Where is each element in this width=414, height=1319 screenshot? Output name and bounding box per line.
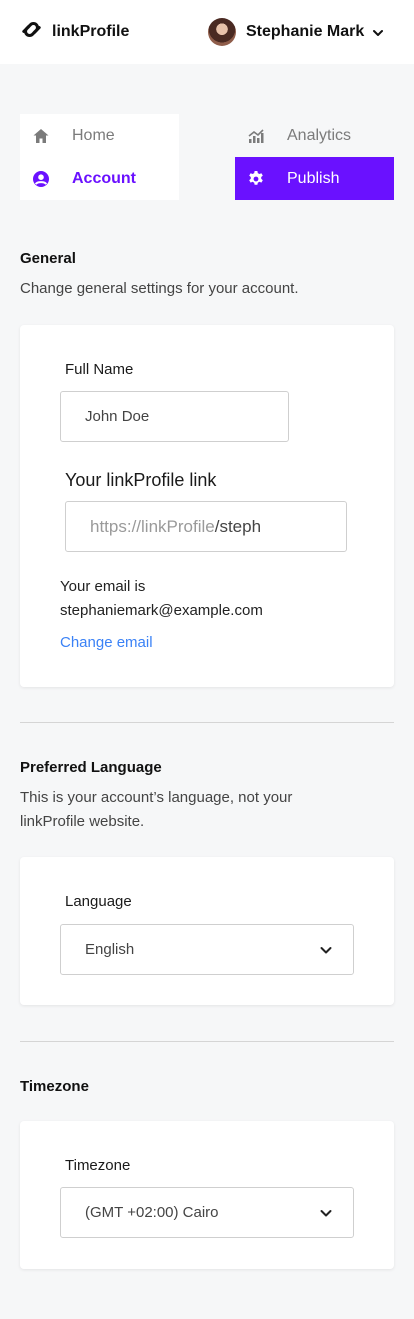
home-icon (32, 127, 50, 145)
language-select[interactable]: English (60, 924, 354, 975)
nav-label-publish: Publish (287, 169, 340, 187)
nav-item-publish[interactable]: Publish (235, 157, 394, 200)
timezone-label: Timezone (65, 1157, 131, 1174)
user-name: Stephanie Mark (246, 23, 365, 40)
timezone-selected: (GMT +02:00) Cairo (85, 1204, 219, 1221)
link-input[interactable]: https://linkProfile/steph (65, 501, 347, 552)
nav-label-account: Account (72, 169, 136, 187)
full-name-input[interactable]: John Doe (60, 391, 289, 442)
chart-icon (247, 127, 265, 145)
nav-label-analytics: Analytics (287, 126, 352, 144)
link-label: Your linkProfile link (65, 470, 217, 490)
full-name-label: Full Name (65, 361, 134, 378)
language-title: Preferred Language (20, 759, 162, 776)
nav-item-account[interactable]: Account (20, 157, 179, 200)
main-nav: Home Analytics Account Publish (20, 114, 394, 200)
general-title: General (20, 250, 76, 267)
chevron-down-icon (319, 943, 333, 957)
linkprofile-logo-icon (20, 18, 43, 46)
nav-item-home[interactable]: Home (20, 114, 179, 157)
link-prefix: https://linkProfile (90, 516, 215, 536)
chevron-down-icon (319, 1206, 333, 1220)
chevron-down-icon (372, 26, 384, 38)
top-bar: linkProfile Stephanie Mark (0, 0, 414, 64)
language-card: Language English (20, 857, 394, 1005)
divider (20, 1041, 394, 1042)
nav-item-analytics[interactable]: Analytics (235, 114, 394, 157)
full-name-value: John Doe (85, 408, 150, 425)
divider (20, 722, 394, 723)
email-intro: Your email is (60, 578, 146, 595)
timezone-card: Timezone (GMT +02:00) Cairo (20, 1121, 394, 1269)
change-email-link[interactable]: Change email (60, 634, 153, 651)
timezone-title: Timezone (20, 1078, 89, 1095)
brand[interactable]: linkProfile (20, 20, 129, 44)
language-selected: English (85, 941, 135, 958)
language-description: This is your account’s language, not you… (20, 789, 293, 830)
timezone-select[interactable]: (GMT +02:00) Cairo (60, 1187, 354, 1238)
gear-icon (247, 170, 265, 188)
avatar (208, 18, 236, 46)
link-suffix: /steph (214, 516, 262, 536)
user-menu[interactable]: Stephanie Mark (208, 18, 384, 46)
general-description: Change general settings for your account… (20, 280, 299, 297)
user-circle-icon (32, 170, 50, 188)
general-card: Full Name John Doe Your linkProfile link… (20, 325, 394, 687)
language-label: Language (65, 893, 132, 910)
brand-name: linkProfile (52, 23, 130, 40)
email-address: stephaniemark@example.com (60, 602, 263, 619)
nav-label-home: Home (72, 126, 115, 144)
